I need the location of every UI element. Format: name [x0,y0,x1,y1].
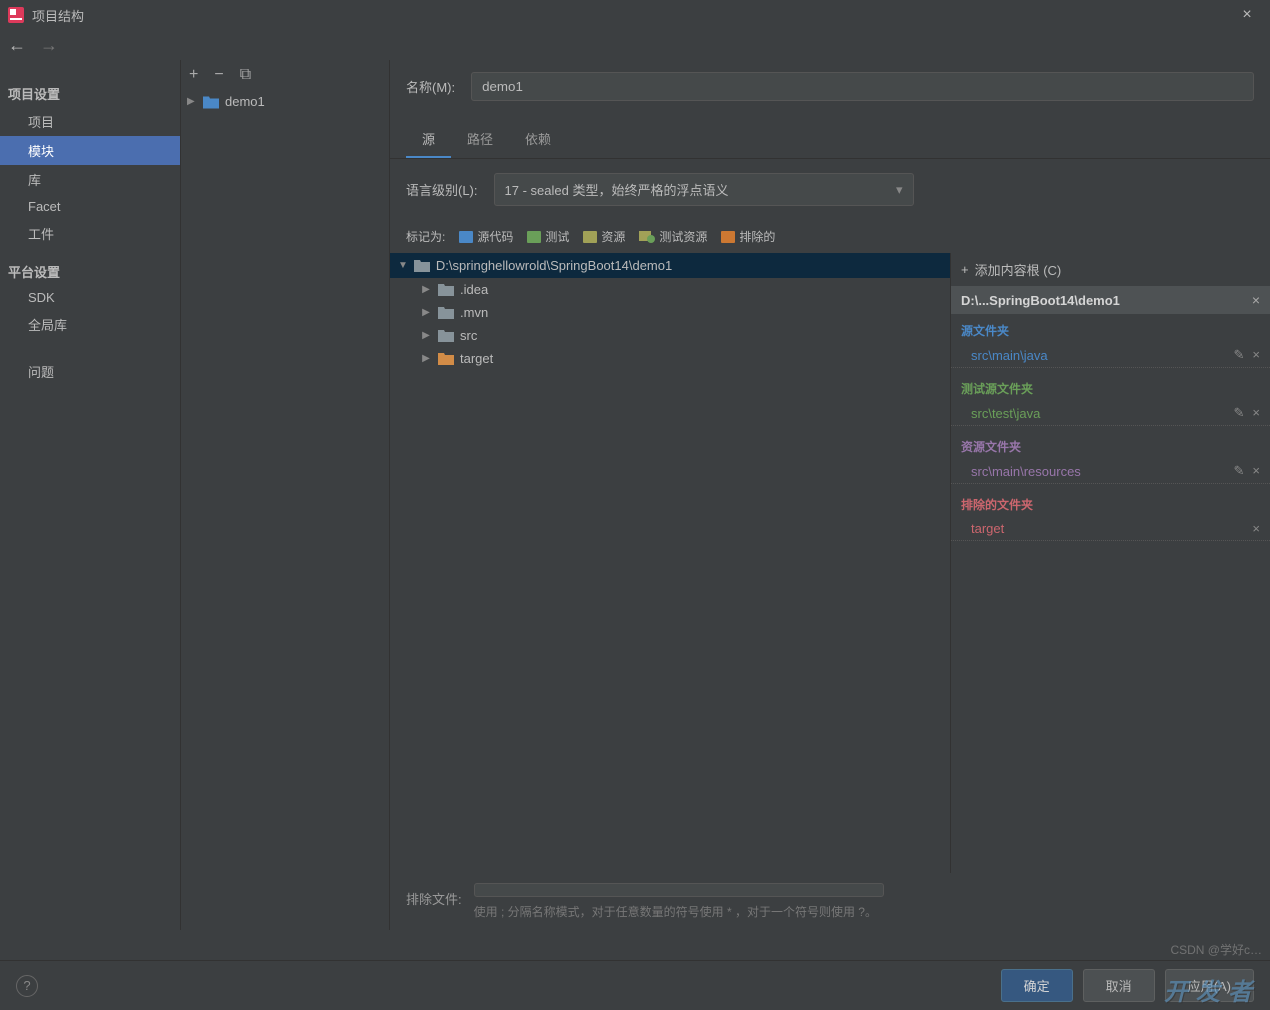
folder-icon [203,95,219,109]
lang-select[interactable]: 17 - sealed 类型，始终严格的浮点语义 ▾ [494,173,914,206]
remove-root-icon[interactable]: × [1252,292,1260,308]
apply-button[interactable]: 应用(A) [1165,969,1254,1002]
mark-source[interactable]: 源代码 [459,228,513,245]
exclude-input[interactable] [474,883,884,897]
titlebar: 项目结构 × [0,0,1270,30]
folder-icon [438,306,454,319]
mark-test-resource[interactable]: 测试资源 [639,228,707,245]
remove-icon[interactable]: × [1252,463,1260,479]
sidebar-item-globallib[interactable]: 全局库 [0,310,180,339]
nav-back-icon[interactable]: ← [8,35,26,56]
sidebar-item-artifact[interactable]: 工件 [0,219,180,248]
folder-entry-path: src\main\java [971,348,1048,363]
mark-excluded[interactable]: 排除的 [721,228,775,245]
nav-arrows: ← → [0,30,1270,60]
folder-group-title: 测试源文件夹 [951,376,1270,401]
tree-item-src[interactable]: ▶ src [390,324,950,347]
name-input[interactable] [471,72,1254,101]
folder-entry[interactable]: src\test\java ✎ × [951,401,1270,426]
edit-icon[interactable]: ✎ [1234,463,1245,479]
footer: ? 确定 取消 应用(A) [0,960,1270,1010]
chevron-down-icon: ▼ [398,260,408,271]
chevron-right-icon: ▶ [187,96,197,107]
content-roots-panel: + 添加内容根 (C) D:\...SpringBoot14\demo1 × 源… [950,253,1270,873]
add-icon: + [961,262,969,277]
folder-entry-path: target [971,521,1004,536]
module-name: demo1 [225,94,265,109]
folder-icon [414,259,430,272]
folder-icon [438,329,454,342]
nav-forward-icon[interactable]: → [40,35,58,56]
edit-icon[interactable]: ✎ [1234,347,1245,363]
mark-resource[interactable]: 资源 [583,228,625,245]
tab-source[interactable]: 源 [406,121,451,158]
sidebar-item-library[interactable]: 库 [0,165,180,194]
sidebar-item-project[interactable]: 项目 [0,107,180,136]
remove-icon[interactable]: × [1252,347,1260,363]
tab-path[interactable]: 路径 [451,121,509,158]
sidebar-item-sdk[interactable]: SDK [0,285,180,310]
sidebar-item-problems[interactable]: 问题 [0,357,180,386]
sidebar: 项目设置 项目 模块 库 Facet 工件 平台设置 SDK 全局库 问题 [0,60,180,930]
tabs: 源 路径 依赖 [390,121,1270,159]
folder-entry[interactable]: src\main\java ✎ × [951,343,1270,368]
tree-item-mvn[interactable]: ▶ .mvn [390,301,950,324]
test-resource-icon [639,231,655,243]
tree-item-target[interactable]: ▶ target [390,347,950,370]
tree-root-label: D:\springhellowrold\SpringBoot14\demo1 [436,258,672,273]
file-tree: ▼ D:\springhellowrold\SpringBoot14\demo1… [390,253,950,873]
edit-icon[interactable]: ✎ [1234,405,1245,421]
tree-root[interactable]: ▼ D:\springhellowrold\SpringBoot14\demo1 [390,253,950,278]
cancel-button[interactable]: 取消 [1083,969,1155,1002]
module-toolbar: + − ⧉ [181,60,389,90]
content-root-path: D:\...SpringBoot14\demo1 × [951,286,1270,314]
window-title: 项目结构 [32,6,1232,25]
remove-icon[interactable]: × [1252,521,1260,536]
exclude-files-row: 排除文件: 使用 ; 分隔名称模式，对于任意数量的符号使用 * ，对于一个符号则… [390,873,1270,930]
folder-icon [438,352,454,365]
folder-group-title: 源文件夹 [951,318,1270,343]
add-icon[interactable]: + [189,66,198,84]
copy-icon[interactable]: ⧉ [240,66,251,84]
content-panel: 名称(M): 源 路径 依赖 语言级别(L): 17 - sealed 类型，始… [390,60,1270,930]
watermark-text: CSDN @学好c… [1170,941,1262,958]
folder-entry[interactable]: target × [951,517,1270,541]
app-icon [8,7,24,23]
remove-icon[interactable]: × [1252,405,1260,421]
sidebar-item-module[interactable]: 模块 [0,136,180,165]
name-label: 名称(M): [406,77,455,96]
chevron-down-icon: ▾ [896,182,903,198]
mark-label: 标记为: [406,228,445,245]
tree-item-idea[interactable]: ▶ .idea [390,278,950,301]
module-tree-item[interactable]: ▶ demo1 [181,90,389,113]
module-tree-panel: + − ⧉ ▶ demo1 [180,60,390,930]
sidebar-section-project: 项目设置 [0,80,180,107]
exclude-label: 排除文件: [406,883,462,908]
help-icon[interactable]: ? [16,975,38,997]
exclude-hint: 使用 ; 分隔名称模式，对于任意数量的符号使用 * ，对于一个符号则使用 ?。 [474,903,894,920]
folder-entry-path: src\test\java [971,406,1040,421]
sidebar-section-platform: 平台设置 [0,258,180,285]
add-content-root[interactable]: + 添加内容根 (C) [951,253,1270,286]
folder-group-title: 排除的文件夹 [951,492,1270,517]
ok-button[interactable]: 确定 [1001,969,1073,1002]
folder-icon [438,283,454,296]
tab-dependency[interactable]: 依赖 [509,121,567,158]
folder-entry[interactable]: src\main\resources ✎ × [951,459,1270,484]
remove-icon[interactable]: − [214,66,223,84]
folder-group-title: 资源文件夹 [951,434,1270,459]
folder-entry-path: src\main\resources [971,464,1081,479]
lang-label: 语言级别(L): [406,180,478,199]
close-icon[interactable]: × [1232,6,1262,24]
mark-test[interactable]: 测试 [527,228,569,245]
sidebar-item-facet[interactable]: Facet [0,194,180,219]
lang-value: 17 - sealed 类型，始终严格的浮点语义 [505,180,729,199]
